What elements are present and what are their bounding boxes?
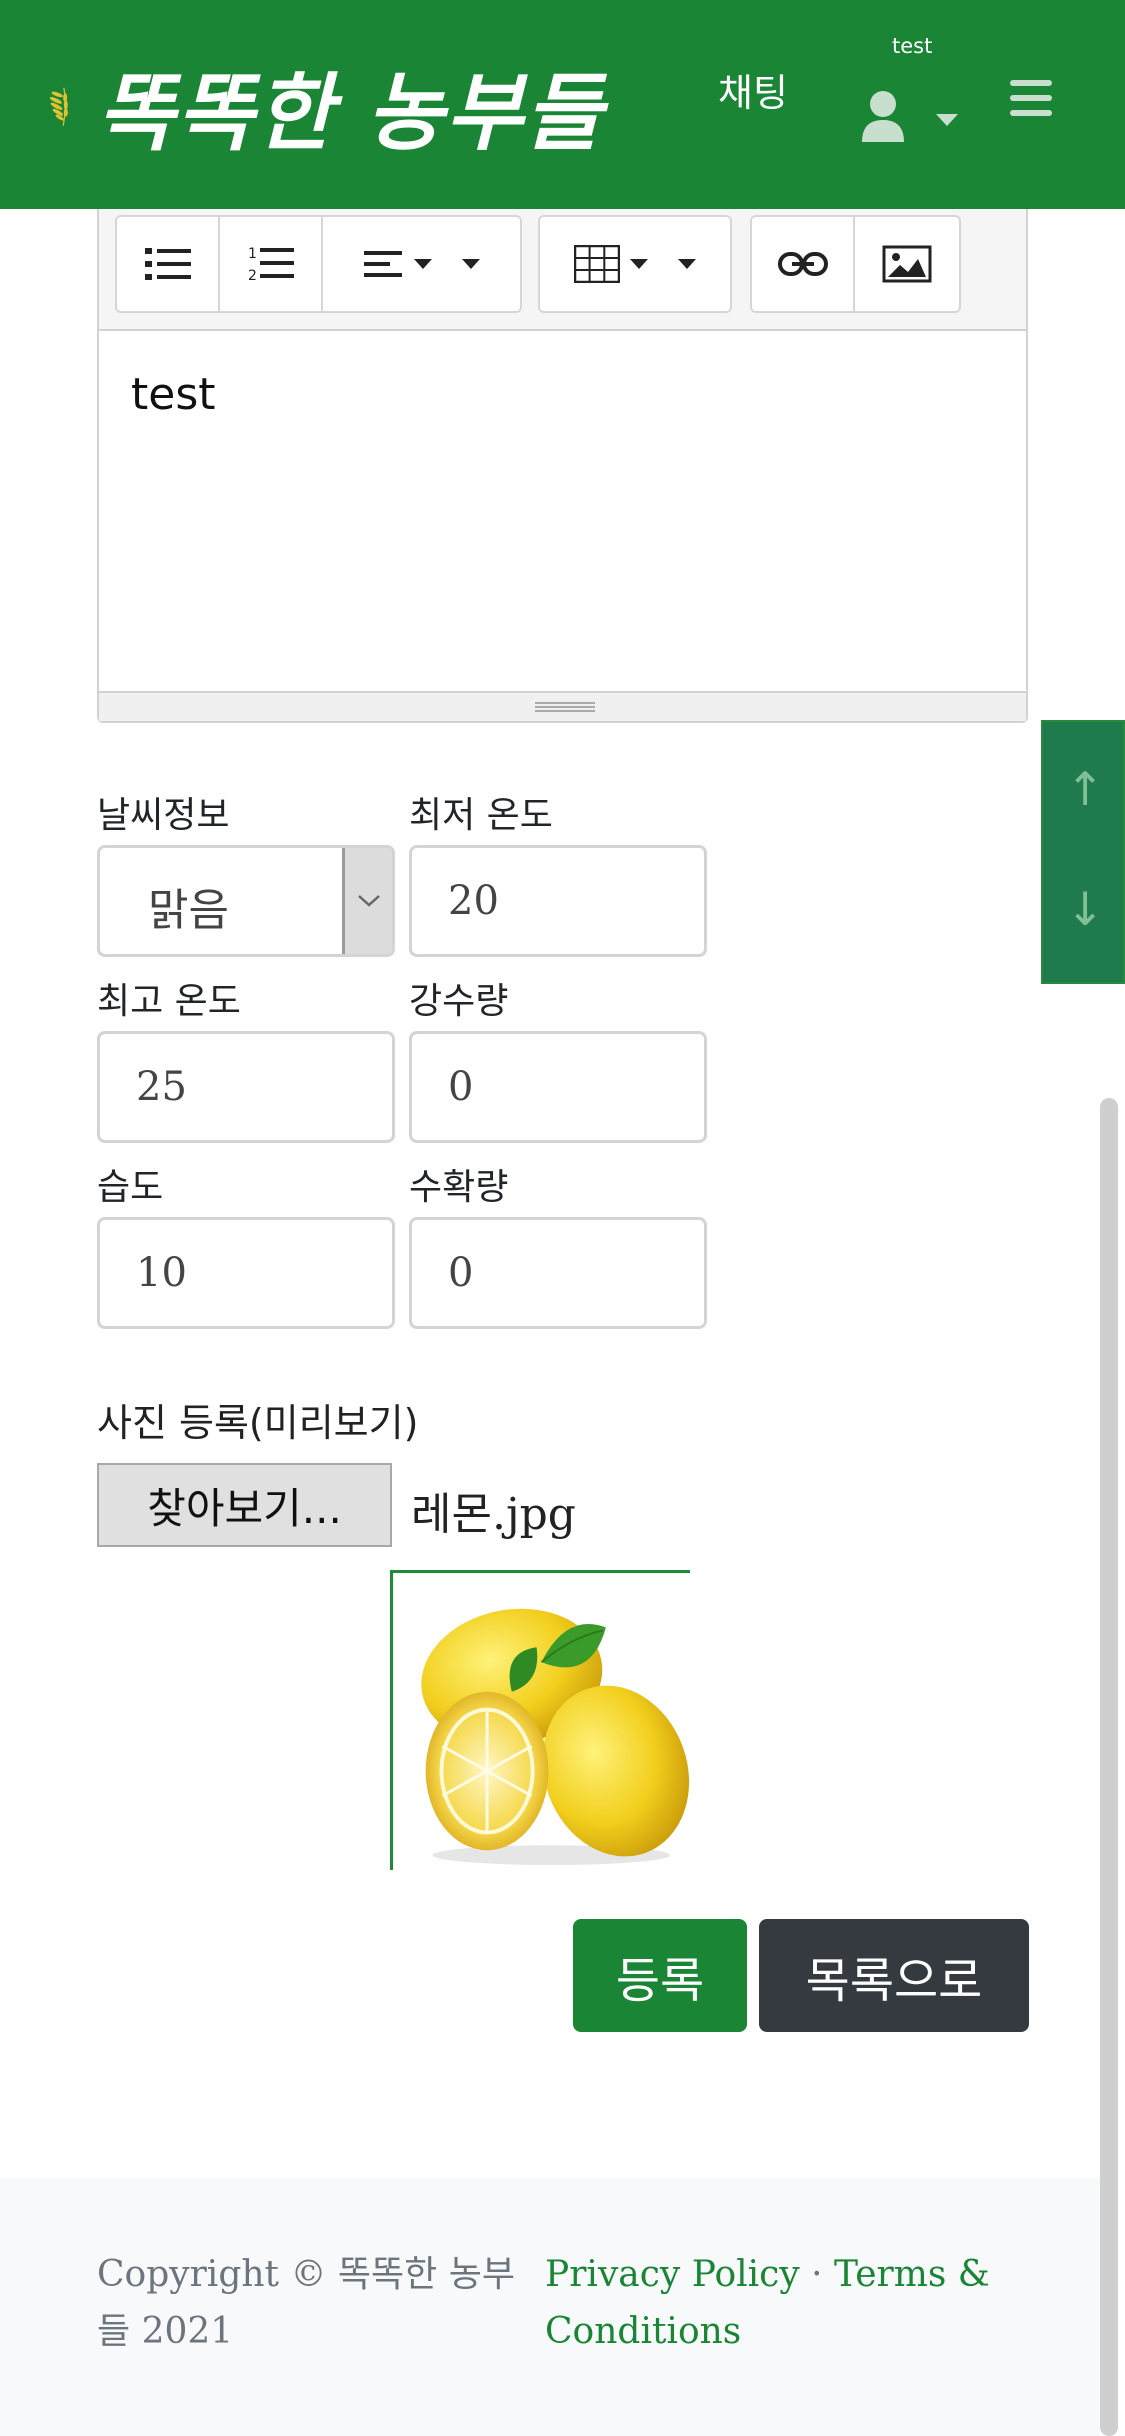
unordered-list-icon xyxy=(144,248,191,280)
editor-content[interactable]: test xyxy=(131,369,216,420)
align-left-icon xyxy=(363,251,402,277)
unordered-list-button[interactable] xyxy=(117,217,220,311)
editor-resize-handle[interactable] xyxy=(99,691,1026,721)
weather-select-value: 맑음 xyxy=(148,885,229,936)
harvest-label: 수확량 xyxy=(409,1167,509,1208)
file-name: 레몬.jpg xyxy=(411,1489,576,1540)
file-browse-button[interactable]: 찾아보기... xyxy=(97,1463,392,1547)
table-icon xyxy=(574,245,620,283)
ordered-list-icon: 1 2 xyxy=(248,246,294,284)
max-temp-label: 최고 온도 xyxy=(97,981,241,1022)
editor-toolbar: 1 2 xyxy=(99,209,1026,331)
chevron-down-icon xyxy=(936,114,958,126)
align-dropdown-button[interactable] xyxy=(323,217,520,311)
rain-label: 강수량 xyxy=(409,981,509,1022)
humidity-label: 습도 xyxy=(97,1167,164,1208)
rain-input[interactable]: 0 xyxy=(409,1031,707,1143)
wheat-logo-icon xyxy=(49,87,68,126)
image-icon xyxy=(882,245,932,283)
min-temp-input[interactable]: 20 xyxy=(409,845,707,957)
lemon-image xyxy=(421,1608,690,1866)
back-to-list-button[interactable]: 목록으로 xyxy=(759,1919,1029,2032)
link-button[interactable] xyxy=(752,217,856,311)
chevron-down-icon xyxy=(342,848,392,954)
humidity-input[interactable]: 10 xyxy=(97,1217,395,1329)
table-dropdown-button[interactable] xyxy=(540,217,730,311)
photo-label: 사진 등록(미리보기) xyxy=(97,1401,419,1445)
footer-separator: · xyxy=(811,2254,823,2295)
footer-links: Privacy Policy · Terms & Conditions xyxy=(545,2246,1065,2360)
image-button[interactable] xyxy=(855,217,959,311)
grip-icon xyxy=(535,702,595,712)
link-icon xyxy=(777,252,828,276)
weather-select[interactable]: 맑음 xyxy=(97,845,395,957)
privacy-policy-link[interactable]: Privacy Policy xyxy=(545,2254,800,2295)
footer: Copyright © 똑똑한 농부들 2021 Privacy Policy … xyxy=(0,2178,1100,2436)
scroll-down-button[interactable]: ↓ xyxy=(1043,882,1125,936)
site-logo[interactable]: 똑똑한 농부들 xyxy=(44,36,604,176)
svg-text:1: 1 xyxy=(248,246,257,262)
scroll-helper: ↑ ↓ xyxy=(1041,720,1125,984)
user-menu[interactable]: test xyxy=(850,28,970,158)
min-temp-label: 최저 온도 xyxy=(409,795,553,836)
table-button-group xyxy=(538,215,732,313)
user-name: test xyxy=(892,34,933,58)
chevron-down-icon xyxy=(678,259,696,269)
submit-button[interactable]: 등록 xyxy=(573,1919,747,2032)
svg-text:2: 2 xyxy=(248,268,257,284)
copyright-text: Copyright © 똑똑한 농부들 2021 xyxy=(97,2254,515,2352)
top-navbar: 똑똑한 농부들 채팅 test xyxy=(0,0,1125,209)
harvest-input[interactable]: 0 xyxy=(409,1217,707,1329)
ordered-list-button[interactable]: 1 2 xyxy=(220,217,323,311)
user-icon xyxy=(862,91,904,142)
max-temp-input[interactable]: 25 xyxy=(97,1031,395,1143)
site-title: 똑똑한 농부들 xyxy=(97,62,604,162)
chevron-down-icon xyxy=(630,259,648,269)
chevron-down-icon xyxy=(461,259,480,269)
insert-button-group xyxy=(750,215,961,313)
weather-label: 날씨정보 xyxy=(97,795,230,836)
list-button-group: 1 2 xyxy=(115,215,522,313)
rich-text-editor: 1 2 test xyxy=(97,209,1028,723)
chevron-down-icon xyxy=(413,259,432,269)
scroll-up-button[interactable]: ↑ xyxy=(1043,762,1125,816)
chat-link[interactable]: 채팅 xyxy=(718,62,788,117)
menu-icon[interactable] xyxy=(1010,80,1052,120)
page-scrollbar[interactable] xyxy=(1100,1098,1118,2436)
photo-preview xyxy=(390,1570,690,1870)
